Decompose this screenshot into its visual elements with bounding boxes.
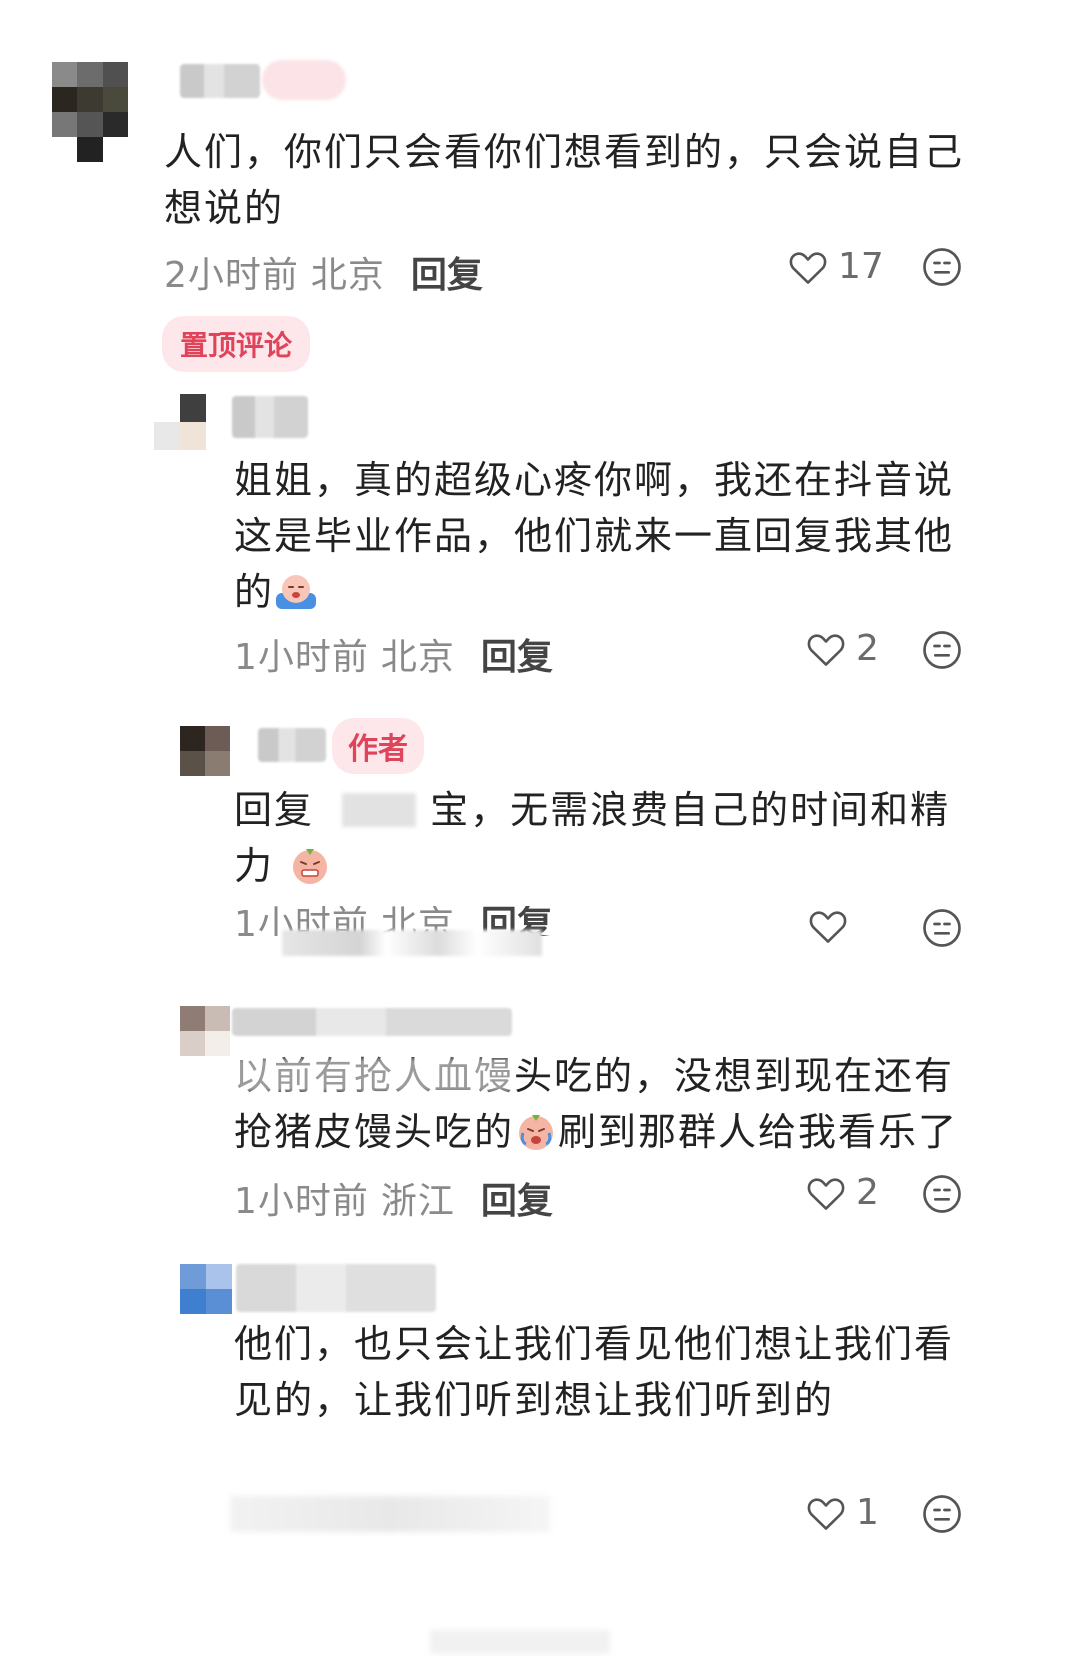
comment-location: 北京: [380, 637, 455, 678]
blurred-overlay: [236, 1058, 512, 1092]
grimace-emoji-icon: [288, 843, 332, 887]
username[interactable]: [180, 64, 260, 98]
heart-outline-icon: [806, 1175, 846, 1211]
comment-text: 回复 宝，无需浪费自己的时间和精力: [234, 782, 974, 894]
reply-button[interactable]: 回复: [481, 1172, 553, 1224]
username[interactable]: [232, 396, 308, 438]
neutral-face-icon[interactable]: [922, 1494, 962, 1534]
crying-emoji-icon: [274, 569, 318, 613]
avatar[interactable]: [52, 62, 128, 162]
like-count: 2: [856, 628, 879, 669]
reply-button[interactable]: 回复: [411, 246, 483, 298]
neutral-face-icon[interactable]: [922, 247, 962, 287]
blurred-overlay: [282, 930, 542, 956]
like-button[interactable]: 1: [806, 1492, 879, 1533]
comment-location: 浙江: [380, 1181, 455, 1222]
username[interactable]: [258, 728, 326, 762]
like-count: 2: [856, 1172, 879, 1213]
comment-meta: 1小时前 北京 回复: [234, 628, 553, 680]
like-button[interactable]: 2: [806, 628, 879, 669]
comment-time: 1小时前: [234, 637, 369, 678]
avatar[interactable]: [154, 394, 206, 450]
neutral-face-icon[interactable]: [922, 630, 962, 670]
comment-meta: 1小时前 浙江 回复: [234, 1172, 553, 1224]
comment-body: 姐姐，真的超级心疼你啊，我还在抖音说这是毕业作品，他们就来一直回复我其他的: [234, 458, 955, 614]
heart-outline-icon: [808, 908, 848, 944]
mentioned-user[interactable]: [342, 793, 417, 827]
like-count: 1: [856, 1492, 879, 1533]
like-button[interactable]: [808, 908, 858, 944]
watermark: [430, 1630, 610, 1654]
reply-button[interactable]: 回复: [481, 628, 553, 680]
crying-emoji-icon: [514, 1109, 558, 1153]
heart-outline-icon: [788, 249, 828, 285]
like-button[interactable]: 2: [806, 1172, 879, 1213]
author-badge: 作者: [332, 718, 424, 774]
like-count: 17: [838, 246, 884, 287]
comment-text: 他们，也只会让我们看见他们想让我们看见的，让我们听到想让我们听到的: [234, 1322, 955, 1422]
heart-outline-icon: [806, 1495, 846, 1531]
blurred-badge: [262, 60, 346, 100]
username[interactable]: [232, 1008, 512, 1036]
avatar[interactable]: [180, 1264, 232, 1314]
avatar[interactable]: [180, 1006, 230, 1056]
like-button[interactable]: 17: [788, 246, 884, 287]
blurred-meta: [230, 1496, 550, 1532]
comment-location: 北京: [310, 255, 385, 296]
pinned-badge: 置顶评论: [162, 316, 311, 372]
comment-text: 姐姐，真的超级心疼你啊，我还在抖音说这是毕业作品，他们就来一直回复我其他的: [234, 452, 964, 620]
reply-prefix: 回复: [234, 788, 315, 832]
comment-body-tail: 刷到那群人给我看乐了: [558, 1110, 959, 1154]
username[interactable]: [236, 1264, 436, 1312]
comment-meta: 2小时前 北京 回复: [164, 246, 483, 298]
avatar[interactable]: [180, 726, 230, 776]
comment-time: 2小时前: [164, 255, 299, 296]
comment-text: 人们，你们只会看你们想看到的，只会说自己想说的: [164, 130, 965, 230]
comment-time: 1小时前: [234, 1181, 369, 1222]
heart-outline-icon: [806, 631, 846, 667]
neutral-face-icon[interactable]: [922, 1174, 962, 1214]
neutral-face-icon[interactable]: [922, 908, 962, 948]
